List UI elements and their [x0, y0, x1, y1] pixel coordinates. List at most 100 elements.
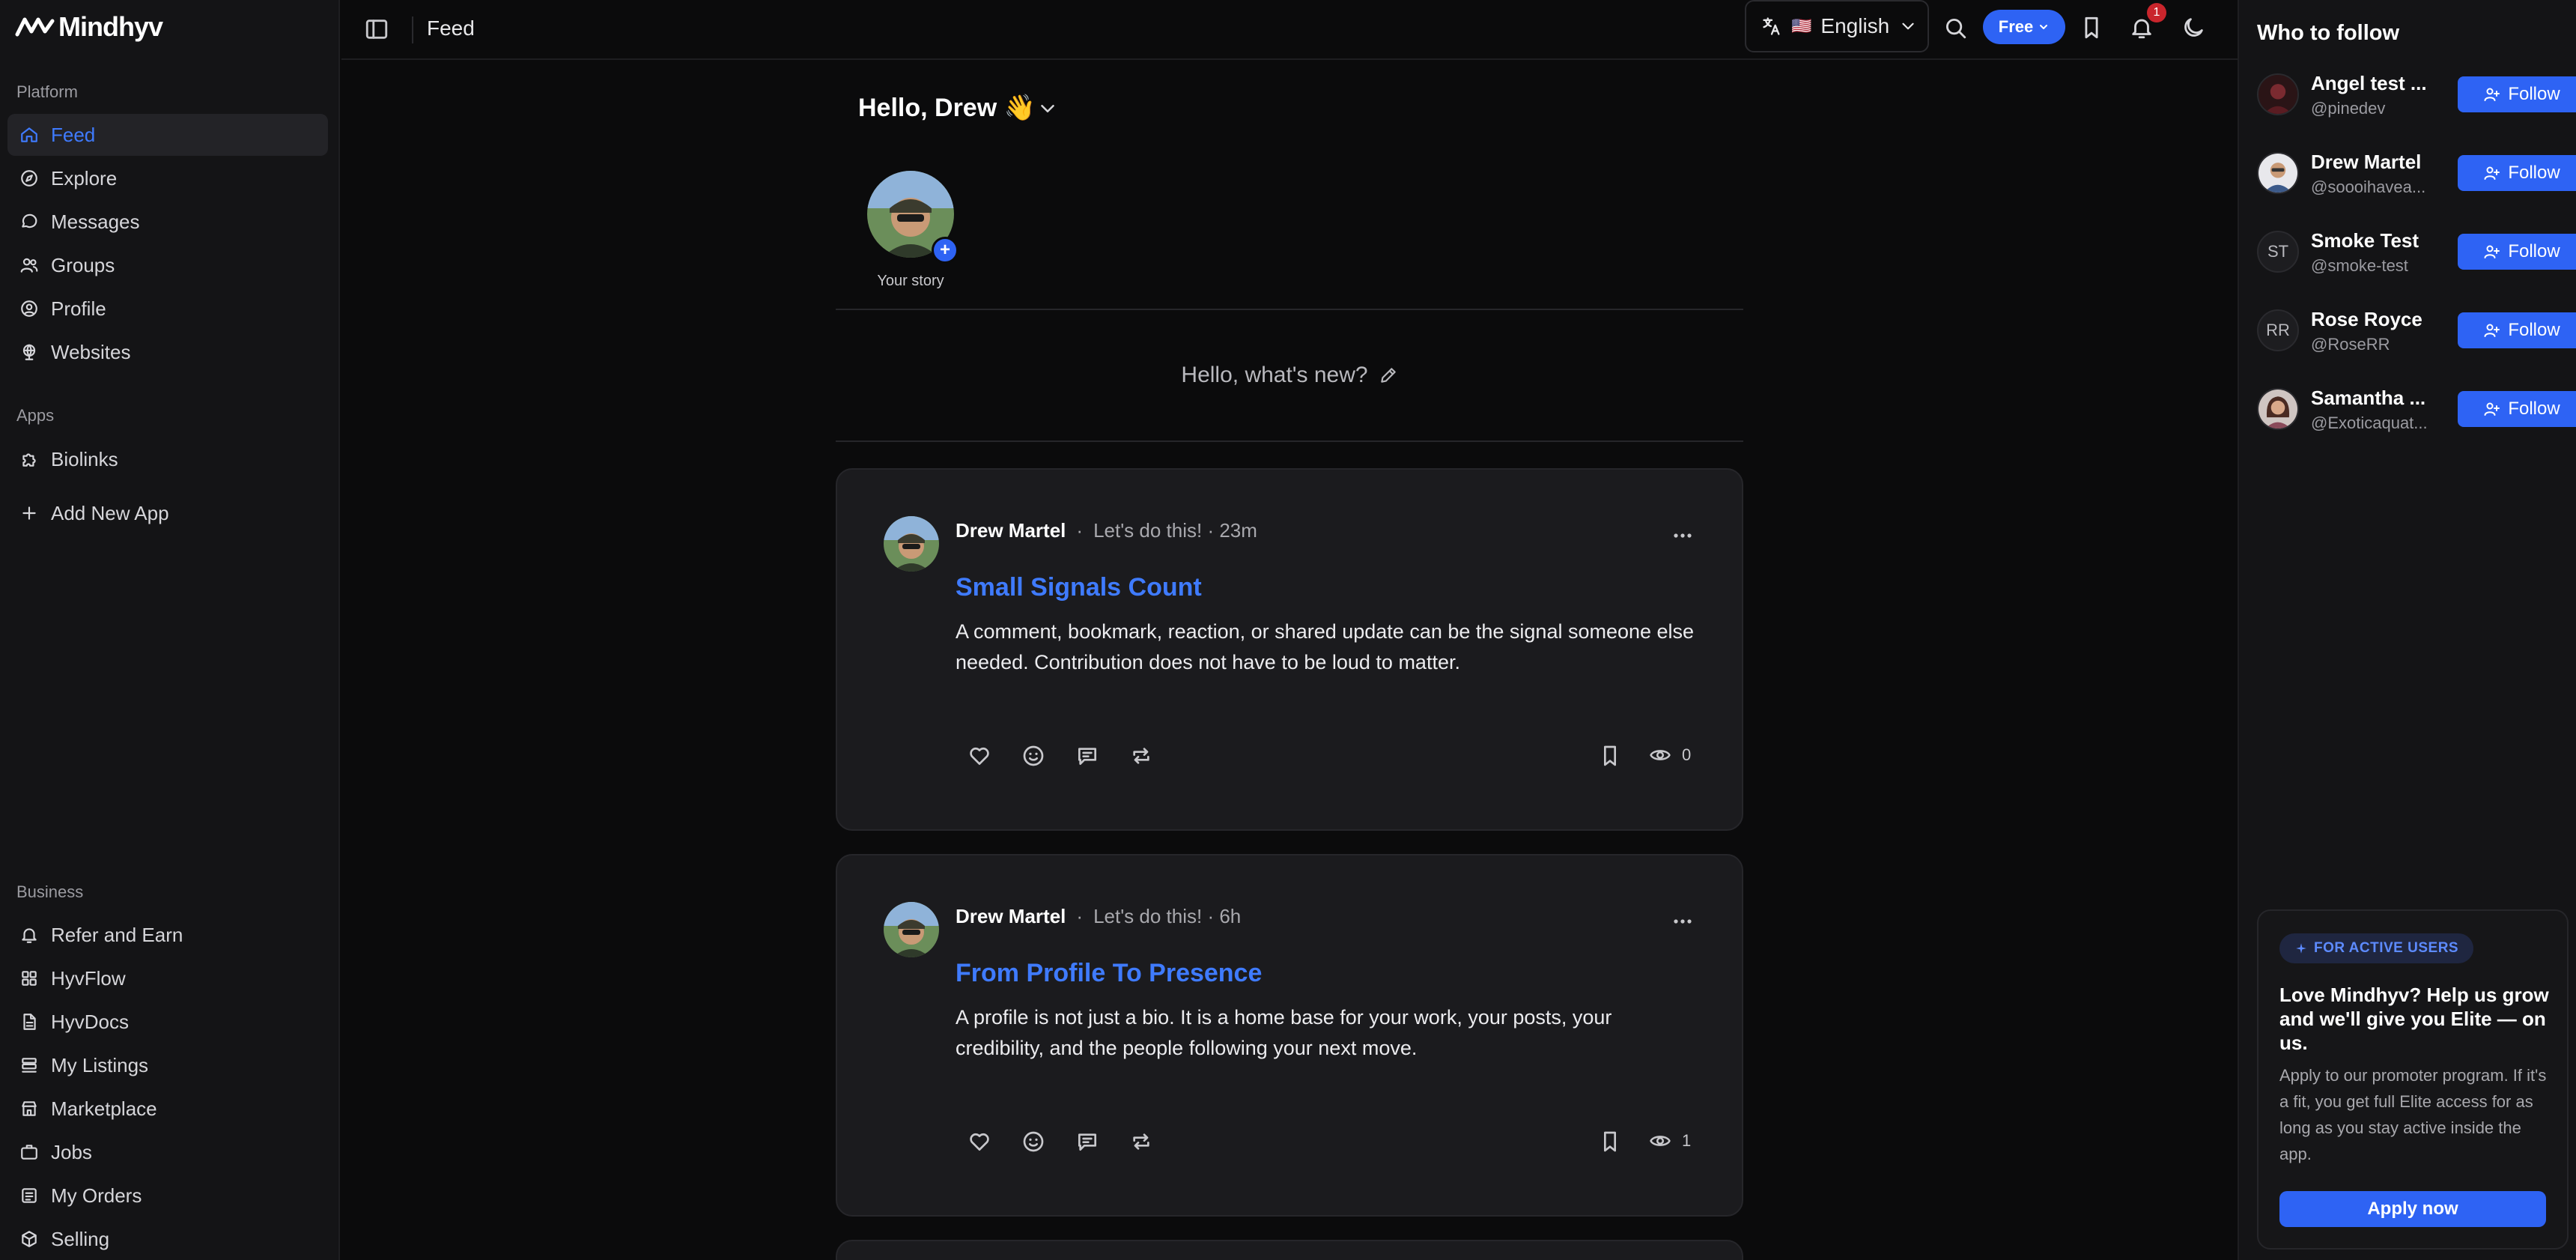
add-story-button[interactable]: +	[932, 237, 959, 264]
suggestion-name: Rose Royce	[2311, 308, 2422, 330]
avatar	[2257, 388, 2299, 430]
follow-suggestion[interactable]: ST Smoke Test @smoke-test Follow	[2257, 223, 2576, 283]
more-options-icon[interactable]	[1670, 914, 1695, 929]
sidebar-item-label: Explore	[51, 166, 118, 190]
comment-icon[interactable]	[1075, 744, 1099, 768]
sidebar-item-my-listings[interactable]: My Listings	[7, 1044, 328, 1086]
bookmark-icon[interactable]	[1598, 744, 1622, 768]
suggestion-name: Smoke Test	[2311, 229, 2419, 252]
post-author-avatar[interactable]	[884, 902, 939, 957]
post-card: Drew Martel · Let's do this! · 6h From P…	[836, 854, 1743, 1217]
sidebar-item-websites[interactable]: Websites	[7, 331, 328, 373]
flag-us-icon: 🇺🇸	[1791, 16, 1812, 35]
repost-icon[interactable]	[1129, 1130, 1153, 1154]
post-views: 0	[1649, 744, 1691, 766]
follow-suggestion[interactable]: Samantha ... @Exoticaquat... Follow	[2257, 381, 2576, 440]
sidebar-item-label: Feed	[51, 123, 96, 146]
promo-badge-label: FOR ACTIVE USERS	[2314, 940, 2459, 956]
briefcase-icon	[21, 1145, 37, 1160]
sidebar: Mindhyv Platform Feed Explore Messages G…	[0, 0, 340, 1260]
sidebar-item-groups[interactable]: Groups	[7, 244, 328, 286]
post-title[interactable]: Small Signals Count	[956, 573, 1202, 602]
follow-button[interactable]: Follow	[2458, 391, 2576, 427]
orders-icon	[22, 1188, 37, 1203]
follow-label: Follow	[2508, 320, 2560, 340]
sidebar-item-hyvdocs[interactable]: HyvDocs	[7, 1001, 328, 1043]
sidebar-item-feed[interactable]: Feed	[7, 114, 328, 156]
sparkle-icon	[2296, 943, 2306, 954]
sidebar-item-label: Marketplace	[51, 1097, 157, 1120]
sidebar-toggle-icon[interactable]	[364, 16, 389, 42]
post-author[interactable]: Drew Martel	[956, 905, 1066, 928]
reaction-smile-icon[interactable]	[1021, 744, 1045, 768]
sidebar-item-marketplace[interactable]: Marketplace	[7, 1088, 328, 1130]
chevron-down-icon	[1902, 22, 1914, 30]
chevron-down-icon[interactable]	[1036, 97, 1059, 120]
avatar: RR	[2257, 309, 2299, 351]
avatar	[2257, 152, 2299, 194]
eye-icon	[1650, 1136, 1671, 1146]
post-author-avatar[interactable]	[884, 516, 939, 572]
reaction-smile-icon[interactable]	[1021, 1130, 1045, 1154]
plan-label: Free	[1998, 17, 2034, 36]
sidebar-item-label: Jobs	[51, 1140, 92, 1163]
sidebar-item-selling[interactable]: Selling	[7, 1218, 328, 1260]
search-icon[interactable]	[1942, 15, 1968, 40]
view-count: 1	[1682, 1131, 1692, 1150]
post-title[interactable]: From Profile To Presence	[956, 959, 1262, 988]
sidebar-item-label: My Orders	[51, 1184, 142, 1207]
sidebar-item-add-new-app[interactable]: Add New App	[7, 492, 328, 534]
plus-icon	[22, 506, 36, 520]
user-circle-icon	[21, 300, 37, 317]
suggestion-handle: @smoke-test	[2311, 256, 2408, 275]
follow-label: Follow	[2508, 163, 2560, 183]
file-icon	[23, 1014, 36, 1030]
sidebar-item-label: Messages	[51, 210, 140, 233]
sidebar-item-jobs[interactable]: Jobs	[7, 1131, 328, 1173]
comment-icon[interactable]	[1075, 1130, 1099, 1154]
more-options-icon[interactable]	[1670, 528, 1695, 543]
dark-mode-moon-icon[interactable]	[2181, 15, 2206, 40]
promo-badge: FOR ACTIVE USERS	[2279, 933, 2474, 963]
follow-label: Follow	[2508, 399, 2560, 419]
post-composer[interactable]: Hello, what's new?	[836, 310, 1743, 440]
list-icon	[22, 1058, 37, 1073]
sidebar-item-biolinks[interactable]: Biolinks	[7, 438, 328, 480]
follow-button[interactable]: Follow	[2458, 234, 2576, 270]
like-heart-icon[interactable]	[967, 1130, 991, 1154]
sidebar-item-explore[interactable]: Explore	[7, 157, 328, 199]
plan-button[interactable]: Free	[1983, 10, 2065, 44]
post-actions	[967, 744, 1153, 768]
follow-button[interactable]: Follow	[2458, 76, 2576, 112]
post-meta: Drew Martel · Let's do this! · 23m	[956, 519, 1257, 542]
follow-suggestion[interactable]: RR Rose Royce @RoseRR Follow	[2257, 302, 2576, 362]
language-selector[interactable]: 🇺🇸 English	[1745, 0, 1929, 52]
globe-icon	[22, 344, 36, 360]
post-body: A profile is not just a bio. It is a hom…	[956, 1006, 1612, 1059]
sidebar-item-my-orders[interactable]: My Orders	[7, 1175, 328, 1217]
post-author[interactable]: Drew Martel	[956, 519, 1066, 542]
sidebar-item-messages[interactable]: Messages	[7, 201, 328, 243]
avatar-photo	[884, 902, 939, 957]
view-count: 0	[1682, 745, 1692, 764]
sidebar-item-refer-and-earn[interactable]: Refer and Earn	[7, 914, 328, 956]
sidebar-item-label: HyvDocs	[51, 1010, 130, 1033]
repost-icon[interactable]	[1129, 744, 1153, 768]
package-icon	[22, 1231, 37, 1247]
follow-button[interactable]: Follow	[2458, 155, 2576, 191]
avatar	[2257, 73, 2299, 115]
like-heart-icon[interactable]	[967, 744, 991, 768]
bookmark-icon[interactable]	[2079, 15, 2104, 40]
compass-icon	[21, 170, 37, 187]
sidebar-item-hyvflow[interactable]: HyvFlow	[7, 957, 328, 999]
post-card: Drew Martel · Let's do this! · 23m Small…	[836, 468, 1743, 831]
promo-title: Love Mindhyv? Help us grow and we'll giv…	[2279, 984, 2549, 1054]
greeting-heading: Hello, Drew 👋	[858, 93, 1036, 123]
follow-suggestion[interactable]: Angel test ... @pinedev Follow	[2257, 66, 2576, 126]
apply-now-button[interactable]: Apply now	[2279, 1191, 2546, 1227]
brand-logo[interactable]: Mindhyv	[15, 10, 163, 43]
follow-suggestion[interactable]: Drew Martel @soooihavea... Follow	[2257, 145, 2576, 205]
bookmark-icon[interactable]	[1598, 1130, 1622, 1154]
sidebar-item-profile[interactable]: Profile	[7, 288, 328, 330]
follow-button[interactable]: Follow	[2458, 312, 2576, 348]
